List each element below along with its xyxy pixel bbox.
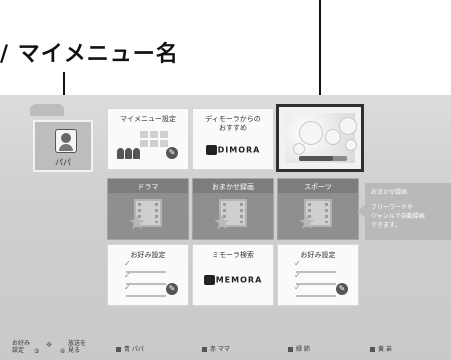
tile-mimora-search[interactable]: ミモーラ検索 MEMORA [192,244,274,306]
blue-key-icon [116,347,121,352]
memora-logo-icon [203,275,215,285]
dimora-logo: DIMORA [193,145,273,155]
people-icon [117,144,141,163]
bottom-blue-user: 青 パパ [116,344,144,353]
yellow-key-icon [370,347,375,352]
brand-logo [30,104,64,116]
tooltip-body: フリーワードや ジャンルで自動録画 できます。 [371,204,425,229]
tile-label: ディモーラからの おすすめ [205,115,261,132]
tile-sports[interactable]: スポーツ ★ [277,178,359,240]
tile-fav-settings-1[interactable]: お好み設定 ✎ [107,244,189,306]
bottom-yellow-user: 黄 弟 [370,344,392,353]
tile-my-menu-settings[interactable]: マイメニュー設定 ✎ [107,108,189,170]
callout-label: / マイメニュー名 [0,42,179,67]
bottom-key-b: ⑥ [60,348,66,355]
bottom-red-user: 赤 ママ [202,344,230,353]
tile-fav-settings-2[interactable]: お好み設定 ✎ [277,244,359,306]
dimora-logo-icon [205,145,217,155]
tile-dimora-recommend[interactable]: ディモーラからの おすすめ DIMORA [192,108,274,170]
tile-label: スポーツ [304,183,332,191]
wrench-icon: ✎ [166,283,178,295]
tile-label: お好み設定 [130,251,166,259]
bottom-watch-broadcast-label: 放送を 見る [68,340,87,354]
star-icon: ★ [213,210,231,234]
tile-label: おまかせ録画 [212,183,254,191]
tile-label: お好み設定 [300,251,336,259]
memora-logo: MEMORA [193,275,273,285]
user-avatar-icon [55,129,77,153]
red-key-icon [202,347,207,352]
tooltip-title: おまかせ録画 [371,189,408,196]
preview-progress [299,156,347,161]
wrench-icon: ✎ [336,283,348,295]
wrench-icon: ✎ [166,147,178,159]
tile-drama[interactable]: ドラマ ★ [107,178,189,240]
star-icon: ★ [128,210,146,234]
green-key-icon [288,347,293,352]
bottom-bar: お好み 設定 ⑤ ✥ ⑥ 放送を 見る 青 パパ 赤 ママ 緑 姉 黄 弟 [0,336,451,360]
user-name: パパ [55,158,71,167]
grid-icon [140,131,168,147]
tile-label: ミモーラ検索 [212,251,254,259]
tile-preview-selected[interactable] [276,104,364,172]
tile-label: ドラマ [137,183,159,191]
preview-progress-fill [299,156,333,161]
bottom-fav-settings-label: お好み 設定 [12,340,31,354]
bottom-green-user: 緑 姉 [288,344,310,353]
tooltip: おまかせ録画 フリーワードや ジャンルで自動録画 できます。 [357,183,451,240]
checklist-icon [294,259,336,301]
callout-leader-right [319,0,321,106]
star-icon: ★ [298,210,316,234]
checklist-icon [124,259,166,301]
tile-omakase-recording[interactable]: おまかせ録画 ★ [192,178,274,240]
dpad-icon: ✥ [46,341,52,349]
tile-label: マイメニュー設定 [120,115,176,123]
bottom-key-a: ⑤ [34,348,40,355]
user-tile[interactable]: パパ [33,120,93,172]
